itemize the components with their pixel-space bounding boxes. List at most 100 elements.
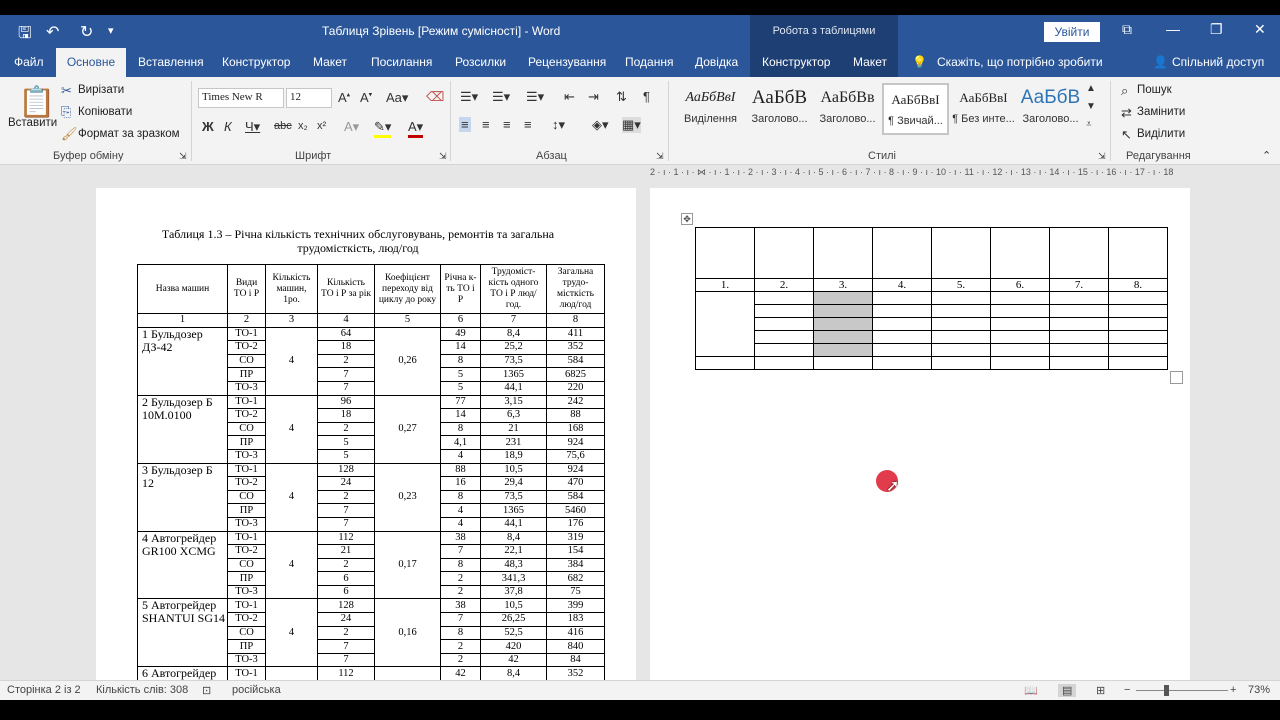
yearly-count-cell[interactable]: 7: [440, 544, 481, 559]
coefficient-cell[interactable]: 0,17: [374, 530, 441, 600]
customize-quick-access-icon[interactable]: ▾: [108, 24, 114, 37]
annual-count-cell[interactable]: 7: [317, 516, 375, 532]
service-type-cell[interactable]: ТО-3: [227, 516, 266, 532]
service-type-cell[interactable]: ПР: [227, 639, 266, 654]
template-cell[interactable]: [931, 227, 991, 279]
labor-per-service-cell[interactable]: 18,9: [480, 448, 547, 464]
coefficient-cell[interactable]: 0,27: [374, 394, 441, 464]
annual-count-cell[interactable]: 7: [317, 652, 375, 668]
machine-count-cell[interactable]: 4: [265, 530, 318, 600]
tab-help[interactable]: Довідка: [695, 55, 738, 69]
dialog-launcher-icon[interactable]: ⇲: [1098, 151, 1106, 162]
annual-count-cell[interactable]: 2: [317, 421, 375, 437]
language-indicator[interactable]: російська: [232, 684, 281, 696]
total-labor-cell[interactable]: 242: [546, 394, 605, 410]
yearly-count-cell[interactable]: 77: [440, 394, 481, 410]
yearly-count-cell[interactable]: 8: [440, 421, 481, 437]
template-cell[interactable]: [695, 291, 755, 357]
coefficient-cell[interactable]: 0,16: [374, 598, 441, 668]
show-formatting-icon[interactable]: ¶: [643, 89, 650, 104]
template-cell[interactable]: [931, 317, 991, 331]
superscript-icon[interactable]: x²: [317, 120, 326, 132]
labor-per-service-cell[interactable]: 341,3: [480, 571, 547, 586]
zoom-slider-thumb[interactable]: [1164, 685, 1169, 696]
dialog-launcher-icon[interactable]: ⇲: [656, 151, 664, 162]
template-cell[interactable]: [1049, 330, 1109, 344]
subscript-icon[interactable]: x₂: [298, 120, 308, 132]
yearly-count-cell[interactable]: 2: [440, 639, 481, 654]
yearly-count-cell[interactable]: 4: [440, 448, 481, 464]
template-cell[interactable]: [1049, 343, 1109, 357]
service-type-cell[interactable]: ТО-2: [227, 340, 266, 355]
template-cell[interactable]: [695, 356, 755, 370]
template-cell[interactable]: [1108, 343, 1168, 357]
machine-name-cell[interactable]: 3 Бульдозер Б 12: [137, 462, 228, 532]
tab-insert[interactable]: Вставлення: [138, 55, 204, 69]
increase-indent-icon[interactable]: ⇥: [588, 89, 599, 105]
machine-count-cell[interactable]: [265, 666, 318, 682]
service-type-cell[interactable]: СО: [227, 557, 266, 573]
labor-per-service-cell[interactable]: 22,1: [480, 544, 547, 559]
service-type-cell[interactable]: ТО-2: [227, 408, 266, 423]
sign-in-button[interactable]: Увійти: [1044, 22, 1100, 42]
yearly-count-cell[interactable]: 4,1: [440, 435, 481, 450]
template-cell[interactable]: [754, 330, 814, 344]
template-cell[interactable]: [872, 227, 932, 279]
align-right-icon[interactable]: ≡: [503, 117, 511, 132]
justify-icon[interactable]: ≡: [524, 117, 532, 132]
template-cell[interactable]: [931, 343, 991, 357]
tab-references[interactable]: Посилання: [371, 55, 432, 69]
labor-per-service-cell[interactable]: 73,5: [480, 353, 547, 369]
template-cell[interactable]: [813, 227, 873, 279]
yearly-count-cell[interactable]: 14: [440, 340, 481, 355]
annual-count-cell[interactable]: 128: [317, 598, 375, 614]
yearly-count-cell[interactable]: 7: [440, 612, 481, 627]
annual-count-cell[interactable]: 2: [317, 557, 375, 573]
machine-name-cell[interactable]: 4 Автогрейдер GR100 XCMG: [137, 530, 228, 600]
yearly-count-cell[interactable]: 8: [440, 625, 481, 641]
template-cell[interactable]: [695, 227, 755, 279]
tab-view[interactable]: Подання: [625, 55, 673, 69]
template-cell-selected[interactable]: [813, 330, 873, 344]
labor-per-service-cell[interactable]: 8,4: [480, 666, 547, 682]
styles-more-icon[interactable]: ⩡: [1086, 119, 1092, 130]
font-name-combo[interactable]: Times New R: [198, 88, 284, 108]
underline-icon[interactable]: Ч▾: [245, 119, 260, 135]
annual-count-cell[interactable]: 2: [317, 353, 375, 369]
machine-count-cell[interactable]: 4: [265, 394, 318, 464]
redo-icon[interactable]: ↻: [80, 22, 93, 42]
annual-count-cell[interactable]: 7: [317, 367, 375, 382]
dialog-launcher-icon[interactable]: ⇲: [439, 151, 447, 162]
labor-per-service-cell[interactable]: 52,5: [480, 625, 547, 641]
service-type-cell[interactable]: ТО-1: [227, 462, 266, 478]
horizontal-ruler[interactable]: 2 · ı · 1 · ı · ⋈ · ı · 1 · ı · 2 · ı · …: [650, 167, 1190, 181]
total-labor-cell[interactable]: 183: [546, 612, 605, 627]
line-spacing-icon[interactable]: ↕▾: [552, 117, 565, 133]
machine-name-cell[interactable]: 2 Бульдозер Б 10М.0100: [137, 394, 228, 464]
annual-count-cell[interactable]: 24: [317, 476, 375, 491]
annual-count-cell[interactable]: 112: [317, 530, 375, 546]
service-type-cell[interactable]: ТО-3: [227, 448, 266, 464]
annual-count-cell[interactable]: 2: [317, 625, 375, 641]
service-type-cell[interactable]: ПР: [227, 503, 266, 518]
service-type-cell[interactable]: ТО-3: [227, 380, 266, 396]
labor-per-service-cell[interactable]: 73,5: [480, 489, 547, 505]
maintenance-table[interactable]: Назва машин Види ТО і Р Кількість машин,…: [137, 264, 605, 682]
labor-per-service-cell[interactable]: 37,8: [480, 584, 547, 600]
styles-scroll-up-icon[interactable]: ▲: [1086, 83, 1096, 94]
clear-formatting-icon[interactable]: ⌫: [426, 89, 444, 105]
service-type-cell[interactable]: ПР: [227, 435, 266, 450]
yearly-count-cell[interactable]: 2: [440, 571, 481, 586]
paste-icon[interactable]: 📋: [18, 85, 55, 120]
style-heading2[interactable]: АаБбВв Заголово...: [814, 83, 881, 135]
labor-per-service-cell[interactable]: 420: [480, 639, 547, 654]
template-cell[interactable]: [872, 304, 932, 318]
template-cell[interactable]: [990, 356, 1050, 370]
read-mode-icon[interactable]: 📖: [1024, 684, 1038, 697]
tab-home[interactable]: Основне: [56, 48, 126, 77]
strikethrough-icon[interactable]: abc: [274, 120, 292, 132]
machine-count-cell[interactable]: 4: [265, 462, 318, 532]
style-heading1[interactable]: АаБбВ Заголово...: [746, 83, 813, 135]
table-move-handle-icon[interactable]: ✥: [681, 213, 693, 225]
template-cell[interactable]: [1108, 291, 1168, 305]
